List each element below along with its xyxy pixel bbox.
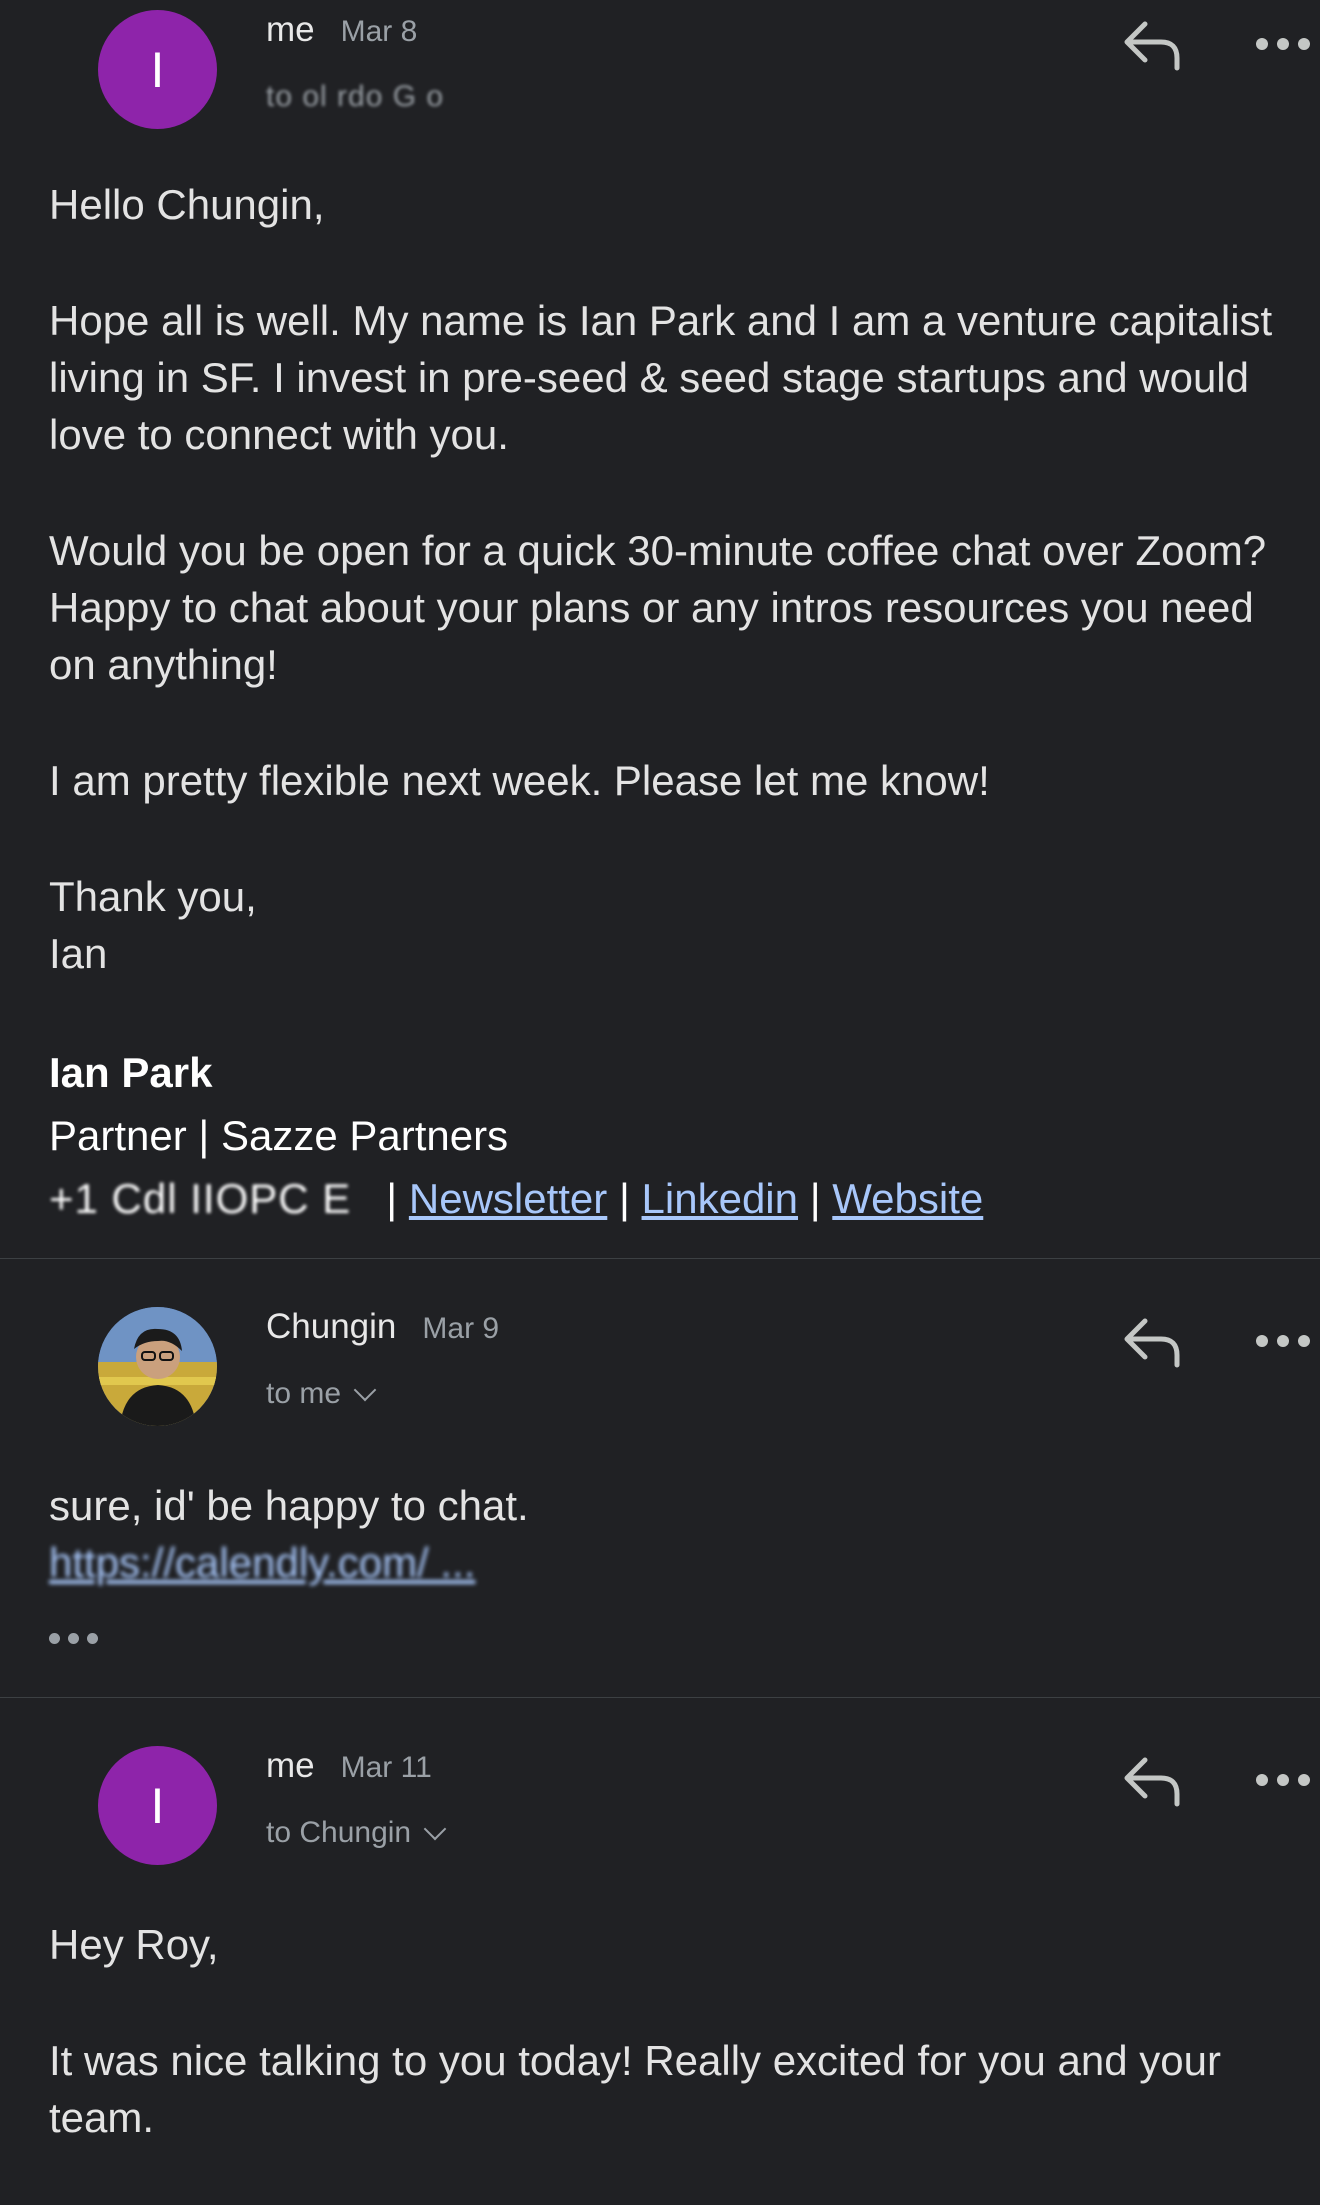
message-body: Hey Roy, It was nice talking to you toda… [49, 1916, 1280, 2205]
closing: Thank you, [49, 873, 257, 920]
newsletter-link[interactable]: Newsletter [409, 1175, 607, 1222]
more-options-icon [1256, 38, 1268, 50]
linkedin-link[interactable]: Linkedin [642, 1175, 798, 1222]
recipients[interactable]: to Chungin [266, 1816, 447, 1850]
paragraph: I am pretty flexible next week. Please l… [49, 757, 990, 804]
greeting: Hello Chungin, [49, 181, 325, 228]
sender-name: Chungin [266, 1307, 397, 1346]
closing-name: Ian [49, 930, 108, 977]
signature-title: Partner | Sazze Partners [49, 1112, 509, 1159]
recipients-text: to ol rdo G o [266, 80, 445, 113]
reply-icon [1124, 21, 1180, 71]
email-message: I me Mar 11 to Chungin Hey Roy, It was n… [0, 1697, 1320, 2192]
reply-button[interactable] [1121, 18, 1183, 72]
message-header[interactable]: I me Mar 11 to Chungin [49, 1698, 1310, 1865]
message-date: Mar 9 [422, 1312, 500, 1345]
signature-name: Ian Park [49, 1049, 213, 1096]
recipients[interactable]: to ol rdo G o [266, 80, 444, 114]
calendly-link[interactable]: https://calendly.com/ ... [49, 1534, 1280, 1591]
sender-line: Chungin Mar 9 [266, 1307, 499, 1347]
avatar-letter: I [150, 1777, 165, 1834]
more-options-button[interactable] [1256, 1770, 1316, 1790]
avatar[interactable]: I [98, 1746, 217, 1865]
more-options-icon [1256, 1774, 1268, 1786]
avatar-letter: I [150, 41, 165, 98]
reply-icon [1124, 1318, 1180, 1368]
chevron-down-icon [423, 1817, 447, 1841]
recipients[interactable]: to me [266, 1377, 377, 1411]
message-body: sure, id' be happy to chat. https://cale… [49, 1477, 1280, 1591]
message-header[interactable]: Chungin Mar 9 to me [49, 1259, 1310, 1426]
reply-icon [1124, 1757, 1180, 1807]
reply-text: sure, id' be happy to chat. [49, 1482, 529, 1529]
paragraph: Would you be open for a quick 30-minute … [49, 527, 1267, 688]
more-options-button[interactable] [1256, 1331, 1316, 1351]
email-message: I me Mar 8 to ol rdo G o Hello Chungin, … [0, 0, 1320, 1258]
recipients-text: to Chungin [266, 1816, 412, 1849]
message-header[interactable]: I me Mar 8 to ol rdo G o [49, 0, 1310, 150]
more-options-icon [1256, 1335, 1268, 1347]
paragraph: It was nice talking to you today! Really… [49, 2037, 1221, 2141]
signature-phone: +1 Cdl IIOPC E [49, 1175, 352, 1222]
paragraph: Hope all is well. My name is Ian Park an… [49, 297, 1273, 458]
signature-links: +1 Cdl IIOPC E | Newsletter | Linkedin |… [49, 1175, 984, 1222]
sender-name: me [266, 1746, 315, 1785]
sender-name: me [266, 10, 315, 49]
ellipsis-icon [49, 1633, 60, 1644]
more-options-button[interactable] [1256, 34, 1316, 54]
show-trimmed-content-button[interactable] [49, 1633, 98, 1644]
sender-line: me Mar 11 [266, 1746, 432, 1786]
avatar[interactable]: I [98, 10, 217, 129]
message-date: Mar 8 [340, 15, 418, 48]
greeting: Hey Roy, [49, 1921, 219, 1968]
website-link[interactable]: Website [832, 1175, 983, 1222]
message-date: Mar 11 [340, 1751, 432, 1784]
recipients-text: to me [266, 1377, 342, 1410]
email-message: Chungin Mar 9 to me sure, id' be happy t… [0, 1258, 1320, 1697]
profile-photo-icon [98, 1307, 217, 1426]
avatar[interactable] [98, 1307, 217, 1426]
reply-button[interactable] [1121, 1754, 1183, 1808]
chevron-down-icon [353, 1378, 377, 1402]
reply-button[interactable] [1121, 1315, 1183, 1369]
sender-line: me Mar 8 [266, 10, 417, 50]
message-body: Hello Chungin, Hope all is well. My name… [49, 176, 1280, 1230]
